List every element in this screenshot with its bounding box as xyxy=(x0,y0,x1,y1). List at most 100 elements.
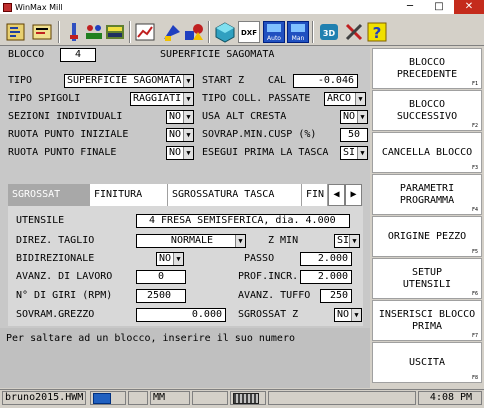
usa-alt-select[interactable]: NO ▼ xyxy=(340,110,368,124)
list-icon[interactable] xyxy=(31,21,53,43)
shapes-icon[interactable] xyxy=(183,21,205,43)
tab-strip: SGROSSAT FINITURA SGROSSATURA TASCA FIN … xyxy=(8,184,363,206)
graph-icon[interactable] xyxy=(104,21,126,43)
tools-x-icon[interactable] xyxy=(343,21,365,43)
f8-key-label: F8 xyxy=(471,375,478,381)
chevron-down-icon[interactable]: ▼ xyxy=(183,75,193,87)
chart-icon[interactable] xyxy=(134,21,156,43)
sphere-icon[interactable] xyxy=(214,21,236,43)
passo-label: PASSO xyxy=(244,253,275,264)
gauge-icon[interactable] xyxy=(83,21,105,43)
3d-label: 3D xyxy=(323,29,336,38)
tipo-coll-value: ARCO xyxy=(327,93,352,104)
giri-input[interactable]: 2500 xyxy=(136,289,186,303)
zmin-label: Z MIN xyxy=(268,235,299,246)
toolbar-separator xyxy=(312,21,314,43)
minimize-button[interactable]: ─ xyxy=(395,0,425,14)
chevron-down-icon[interactable]: ▼ xyxy=(349,235,359,247)
passo-input[interactable]: 2.000 xyxy=(300,252,352,266)
zmin-select[interactable]: SI ▼ xyxy=(334,234,360,248)
edit-icon[interactable] xyxy=(5,21,27,43)
ruota-iniziale-select[interactable]: NO ▼ xyxy=(166,128,194,142)
chevron-down-icon[interactable]: ▼ xyxy=(183,93,193,105)
button-label: BLOCCO PRECEDENTE xyxy=(396,56,458,80)
sovram-input[interactable]: 0.000 xyxy=(136,308,226,322)
ruota-finale-select[interactable]: NO ▼ xyxy=(166,146,194,160)
cal-label: CAL xyxy=(268,75,287,86)
tool-setup-button[interactable]: SETUP UTENSILI F6 xyxy=(372,258,482,299)
prof-input[interactable]: 2.000 xyxy=(300,270,352,284)
sezioni-select[interactable]: NO ▼ xyxy=(166,110,194,124)
bidir-value: NO xyxy=(159,253,172,264)
utensile-label: UTENSILE xyxy=(16,215,65,226)
chevron-down-icon[interactable]: ▼ xyxy=(357,111,367,123)
status-calculator-pane xyxy=(90,391,126,405)
tool-icon[interactable] xyxy=(63,21,85,43)
chevron-down-icon[interactable]: ▼ xyxy=(183,111,193,123)
chevron-down-icon[interactable]: ▼ xyxy=(351,309,361,321)
keyboard-icon[interactable] xyxy=(233,393,259,404)
chevron-down-icon[interactable]: ▼ xyxy=(235,235,245,247)
tab-finitura[interactable]: FINITURA xyxy=(90,184,168,206)
blocco-input[interactable]: 4 xyxy=(60,48,96,62)
prof-label: PROF.INCR. xyxy=(238,271,299,282)
tuffo-input[interactable]: 250 xyxy=(320,289,352,303)
chevron-down-icon[interactable]: ▼ xyxy=(183,129,193,141)
delete-block-button[interactable]: CANCELLA BLOCCO F3 xyxy=(372,132,482,173)
bidir-label: BIDIREZIONALE xyxy=(16,253,95,264)
dxf-icon[interactable]: DXF xyxy=(238,21,260,43)
maximize-button[interactable]: □ xyxy=(424,0,454,14)
button-label: ORIGINE PEZZO xyxy=(387,230,467,242)
bidir-select[interactable]: NO ▼ xyxy=(156,252,184,266)
close-button[interactable]: ✕ xyxy=(454,0,484,14)
usa-alt-value: NO xyxy=(343,111,356,122)
sgrossat-z-select[interactable]: NO ▼ xyxy=(334,308,362,322)
ruota-iniziale-value: NO xyxy=(169,129,182,140)
tipo-spigoli-label: TIPO SPIGOLI xyxy=(8,93,81,104)
button-label: INSERISCI BLOCCO PRIMA xyxy=(378,308,476,332)
3d-icon[interactable]: 3D xyxy=(318,21,340,43)
exit-button[interactable]: USCITA F8 xyxy=(372,342,482,383)
status-time: 4:08 PM xyxy=(418,391,482,405)
next-block-button[interactable]: BLOCCO SUCCESSIVO F2 xyxy=(372,90,482,131)
program-parameters-button[interactable]: PARAMETRI PROGRAMMA F4 xyxy=(372,174,482,215)
sgrossat-z-value: NO xyxy=(337,309,350,320)
chevron-down-icon[interactable]: ▼ xyxy=(183,147,193,159)
tab-next-button[interactable]: ▶ xyxy=(345,184,362,206)
tab-fin[interactable]: FIN xyxy=(302,184,328,206)
status-pane-empty xyxy=(192,391,228,405)
f4-key-label: F4 xyxy=(471,207,478,213)
calculator-icon[interactable] xyxy=(93,393,111,404)
app-icon xyxy=(3,2,12,12)
avanz-input[interactable]: 0 xyxy=(136,270,186,284)
paint-icon[interactable] xyxy=(161,21,183,43)
esegui-select[interactable]: SI ▼ xyxy=(340,146,368,160)
chevron-down-icon[interactable]: ▼ xyxy=(173,253,183,265)
start-z-input[interactable]: -0.046 xyxy=(293,74,358,88)
chevron-down-icon[interactable]: ▼ xyxy=(357,147,367,159)
button-label: SETUP UTENSILI xyxy=(402,266,452,290)
blocco-label: BLOCCO xyxy=(8,49,45,60)
f2-key-label: F2 xyxy=(471,123,478,129)
tab-sgrossat[interactable]: SGROSSAT xyxy=(8,184,90,206)
tipo-select[interactable]: SUPERFICIE SAGOMATA ▼ xyxy=(64,74,194,88)
utensile-input[interactable]: 4 FRESA SEMISFERICA, dia. 4.000 xyxy=(136,214,350,228)
tipo-spigoli-select[interactable]: RAGGIATI ▼ xyxy=(130,92,194,106)
ruota-finale-label: RUOTA PUNTO FINALE xyxy=(8,147,117,158)
help-icon[interactable]: ? xyxy=(366,21,388,43)
status-bar: bruno2015.HWM MM 4:08 PM xyxy=(0,389,484,405)
insert-block-before-button[interactable]: INSERISCI BLOCCO PRIMA F7 xyxy=(372,300,482,341)
sovrap-input[interactable]: 50 xyxy=(340,128,368,142)
man-icon[interactable]: Man xyxy=(287,21,309,43)
tab-sgrossatura-tasca[interactable]: SGROSSATURA TASCA xyxy=(168,184,302,206)
previous-block-button[interactable]: BLOCCO PRECEDENTE F1 xyxy=(372,48,482,89)
chevron-down-icon[interactable]: ▼ xyxy=(355,93,365,105)
part-origin-button[interactable]: ORIGINE PEZZO F5 xyxy=(372,216,482,257)
tipo-coll-select[interactable]: ARCO ▼ xyxy=(324,92,366,106)
direz-select[interactable]: NORMALE ▼ xyxy=(136,234,246,248)
tab-prev-button[interactable]: ◀ xyxy=(328,184,345,206)
f7-key-label: F7 xyxy=(471,333,478,339)
auto-icon[interactable]: Auto xyxy=(263,21,285,43)
button-label: CANCELLA BLOCCO xyxy=(381,146,473,158)
function-panel: BLOCCO PRECEDENTE F1 BLOCCO SUCCESSIVO F2 … xyxy=(370,46,484,388)
